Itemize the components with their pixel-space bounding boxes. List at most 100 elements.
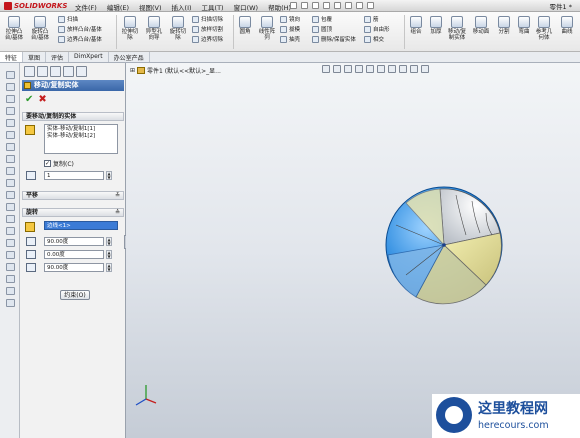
copy-checkbox-row[interactable]: ✓ 复制(C) <box>44 159 74 168</box>
dome-button[interactable]: 圆顶 <box>312 25 356 33</box>
section-view-icon[interactable] <box>355 65 363 73</box>
point-tool-icon[interactable] <box>4 177 15 187</box>
view-settings-icon[interactable] <box>421 65 429 73</box>
boundary-cut-button[interactable]: 边界切除 <box>192 35 223 43</box>
delete-body-button[interactable]: 删除/保留实体 <box>312 35 356 43</box>
shell-button[interactable]: 抽壳 <box>280 35 300 43</box>
line-tool-icon[interactable] <box>4 81 15 91</box>
previous-view-icon[interactable] <box>344 65 352 73</box>
relations-tool-icon[interactable] <box>4 285 15 295</box>
fillet-sketch-tool-icon[interactable] <box>4 153 15 163</box>
circle-tool-icon[interactable] <box>4 105 15 115</box>
pattern-sketch-tool-icon[interactable] <box>4 261 15 271</box>
solidworks-logo[interactable]: SOLIDWORKS <box>4 1 67 11</box>
lofted-cut-button[interactable]: 放样切割 <box>192 25 223 33</box>
reference-triad[interactable] <box>134 383 158 407</box>
rotation-reference-field[interactable]: 边线<1> <box>44 221 118 230</box>
copies-stepper[interactable]: ▲ ▼ <box>106 171 112 180</box>
constraints-button[interactable]: 约束(O) <box>60 290 90 300</box>
trim-tool-icon[interactable] <box>4 225 15 235</box>
mirror-sketch-tool-icon[interactable] <box>4 249 15 259</box>
part-model[interactable] <box>376 185 506 315</box>
new-file-icon[interactable] <box>290 2 297 9</box>
rotate-group-header[interactable]: 旋转 ≙ <box>22 208 124 217</box>
configuration-tab-icon[interactable] <box>50 66 61 77</box>
feature-tree-tab-icon[interactable] <box>24 66 35 77</box>
rebuild-icon[interactable] <box>356 2 363 9</box>
fillet-button[interactable]: 圆角 <box>233 16 257 35</box>
dimxpert-tab-icon[interactable] <box>63 66 74 77</box>
z-angle-stepper[interactable]: ▲ ▼ <box>106 263 112 272</box>
revolve-boss-button[interactable]: 旋转凸 台/基体 <box>28 16 52 41</box>
freeform-button[interactable]: 自由形 <box>364 25 390 33</box>
display-style-icon[interactable] <box>377 65 385 73</box>
view-orientation-icon[interactable] <box>366 65 374 73</box>
linear-pattern-button[interactable]: 线性阵 列 <box>255 16 279 41</box>
y-angle-stepper[interactable]: ▲ ▼ <box>106 250 112 259</box>
move-entities-tool-icon[interactable] <box>4 273 15 283</box>
extrude-boss-button[interactable]: 拉伸凸 台/基体 <box>2 16 26 41</box>
translate-group-header[interactable]: 平移 ≚ <box>22 191 124 200</box>
extrude-cut-button[interactable]: 拉伸切 除 <box>118 16 142 41</box>
ok-button[interactable]: ✔ <box>25 94 33 105</box>
tab-features[interactable]: 特征 <box>0 52 24 62</box>
edit-appearance-icon[interactable] <box>399 65 407 73</box>
move-copy-body-button[interactable]: 移动/复 制实体 <box>445 16 469 41</box>
zoom-to-area-icon[interactable] <box>333 65 341 73</box>
hide-show-items-icon[interactable] <box>388 65 396 73</box>
copies-count-input[interactable]: 1 <box>44 171 104 180</box>
property-manager-tab-icon[interactable] <box>37 66 48 77</box>
flyout-feature-tree[interactable]: ⊞ 零件1 (默认<<默认>_显... <box>130 66 221 75</box>
hole-wizard-button[interactable]: 异型孔 向导 <box>142 16 166 41</box>
graphics-area[interactable]: ⊞ 零件1 (默认<<默认>_显... 这里教程网 herecours.com <box>126 63 580 438</box>
save-icon[interactable] <box>312 2 319 9</box>
move-face-button[interactable]: 移动面 <box>469 16 493 35</box>
plane-tool-icon[interactable] <box>4 213 15 223</box>
dimension-tool-icon[interactable] <box>4 297 15 307</box>
print-icon[interactable] <box>323 2 330 9</box>
sweep-button[interactable]: 扫描 <box>58 15 102 23</box>
mirror-button[interactable]: 镜向 <box>280 15 300 23</box>
tab-evaluate[interactable]: 评估 <box>46 52 70 62</box>
body-list-item[interactable]: 实体-移动/复制1[2] <box>47 133 115 140</box>
reference-geometry-button[interactable]: 参考几 何体 <box>532 16 556 41</box>
rectangle-tool-icon[interactable] <box>4 93 15 103</box>
expand-icon[interactable]: ⊞ <box>130 67 135 74</box>
undo-icon[interactable] <box>334 2 341 9</box>
bodies-listbox[interactable]: 实体-移动/复制1[1] 实体-移动/复制1[2] <box>44 124 118 154</box>
tab-dimxpert[interactable]: DimXpert <box>69 52 109 62</box>
swept-cut-button[interactable]: 扫描切除 <box>192 15 223 23</box>
ellipse-tool-icon[interactable] <box>4 141 15 151</box>
tab-office-products[interactable]: 办公室产品 <box>109 52 150 62</box>
polygon-tool-icon[interactable] <box>4 165 15 175</box>
property-manager-title-text: 移动/复制实体 <box>34 81 79 89</box>
x-angle-stepper[interactable]: ▲ ▼ <box>106 237 112 246</box>
boundary-boss-button[interactable]: 边界凸台/基体 <box>58 35 102 43</box>
tab-sketch[interactable]: 草图 <box>23 52 47 62</box>
loft-boss-button[interactable]: 放样凸台/基体 <box>58 25 102 33</box>
draft-button[interactable]: 拔模 <box>280 25 300 33</box>
y-angle-input[interactable]: 0.00度 <box>44 250 104 259</box>
arc-tool-icon[interactable] <box>4 117 15 127</box>
centerline-tool-icon[interactable] <box>4 189 15 199</box>
sketch-tool-icon[interactable] <box>4 69 15 79</box>
offset-tool-icon[interactable] <box>4 237 15 247</box>
text-tool-icon[interactable] <box>4 201 15 211</box>
display-manager-tab-icon[interactable] <box>76 66 87 77</box>
spline-tool-icon[interactable] <box>4 129 15 139</box>
z-angle-input[interactable]: 90.00度 <box>44 263 104 272</box>
options-icon[interactable] <box>367 2 374 9</box>
open-file-icon[interactable] <box>301 2 308 9</box>
apply-scene-icon[interactable] <box>410 65 418 73</box>
x-angle-input[interactable]: 90.00度 <box>44 237 104 246</box>
copy-checkbox[interactable]: ✓ <box>44 160 51 167</box>
bodies-group-header[interactable]: 要移动/复制的实体 <box>22 112 124 121</box>
cancel-button[interactable]: ✖ <box>38 94 46 105</box>
select-icon[interactable] <box>345 2 352 9</box>
wrap-button[interactable]: 包覆 <box>312 15 356 23</box>
zoom-to-fit-icon[interactable] <box>322 65 330 73</box>
intersect-button[interactable]: 相交 <box>364 35 390 43</box>
rib-button[interactable]: 筋 <box>364 15 390 23</box>
curves-button[interactable]: 曲线 <box>555 16 579 35</box>
revolve-cut-button[interactable]: 旋转切 除 <box>166 16 190 41</box>
